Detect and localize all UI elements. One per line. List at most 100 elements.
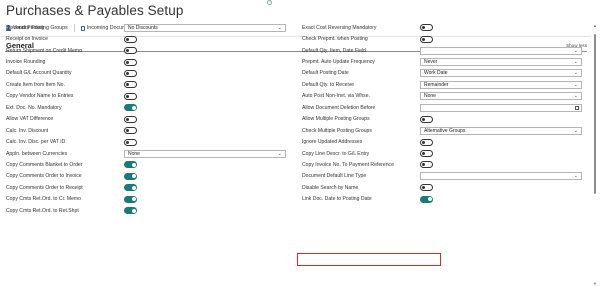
return-shipment-on-credit-memo-toggle[interactable] [124, 47, 137, 55]
allow-document-deletion-before-date-input[interactable] [420, 103, 582, 112]
allow-multiple-posting-groups-toggle[interactable] [420, 115, 433, 123]
field-label: Default Posting Date [302, 70, 349, 77]
copy-comments-blanket-to-order-toggle[interactable] [124, 161, 137, 169]
field-row-default-qty-item-date-field: Default Qty. Item, Date Field ⌄ [302, 45, 585, 56]
toggle-knob [126, 49, 129, 53]
default-qty-to-receive-select[interactable]: Remainder ⌄ [420, 80, 582, 89]
scroll-down-icon[interactable]: ▼ [593, 282, 597, 286]
toggle-knob [131, 208, 136, 213]
left-field-column: Discount Posting No Discounts ⌄ Receipt on … [6, 22, 289, 216]
copy-cmts-ret-ord-to-cr-memo-toggle[interactable] [124, 195, 137, 203]
chevron-down-icon: ⌄ [573, 127, 578, 134]
field-label: Copy Cmts Ret.Ord. to Ret.Shpt [6, 207, 79, 214]
field-row-disable-search-by-name: Disable Search by Name [302, 182, 585, 193]
select-value: Never [424, 59, 438, 66]
field-label: Copy Comments Blanket to Order [6, 161, 83, 168]
receipt-on-invoice-toggle[interactable] [124, 35, 137, 43]
field-row-check-prepmt-when-posting: Check Prepmt. when Posting [302, 33, 585, 44]
discount-posting-select[interactable]: No Discounts ⌄ [124, 23, 286, 32]
field-row-document-default-line-type: Document Default Line Type ⌄ [302, 171, 585, 182]
document-default-line-type-select[interactable]: ⌄ [420, 172, 582, 181]
field-row-default-posting-date: Default Posting Date Work Date ⌄ [302, 68, 585, 79]
field-label: Copy Invoice No. To Payment Reference [302, 161, 394, 168]
field-label: Receipt on Invoice [6, 36, 48, 43]
field-row-discount-posting: Discount Posting No Discounts ⌄ [6, 22, 289, 33]
copy-line-descr-to-g-l-entry-toggle[interactable] [420, 150, 433, 158]
field-row-calc-inv-disc-per-vat-id: Calc. Inv. Disc. per VAT ID [6, 136, 289, 147]
field-row-auto-post-non-invt-via-whse: Auto Post Non-Invt. via Whse. None ⌄ [302, 91, 585, 102]
ignore-updated-addresses-toggle[interactable] [420, 138, 433, 146]
highlight-box [297, 253, 441, 266]
field-label: Ext. Doc. No. Mandatory [6, 104, 62, 111]
field-row-copy-comments-blanket-to-order: Copy Comments Blanket to Order [6, 159, 289, 170]
field-row-default-qty-to-receive: Default Qty. to Receive Remainder ⌄ [302, 79, 585, 90]
field-row-create-item-from-item-no: Create Item from Item No. [6, 79, 289, 90]
field-row-ext-doc-no-mandatory: Ext. Doc. No. Mandatory [6, 102, 289, 113]
disable-search-by-name-toggle[interactable] [420, 184, 433, 192]
exact-cost-reversing-mandatory-toggle[interactable] [420, 24, 433, 32]
field-row-copy-comments-order-to-invoice: Copy Comments Order to Invoice [6, 171, 289, 182]
field-label: Prepmt. Auto Update Frequency [302, 59, 375, 66]
toggle-knob [427, 197, 432, 202]
toggle-knob [126, 140, 129, 144]
field-label: Allow Document Deletion Before [302, 104, 376, 111]
field-row-copy-cmts-ret-ord-to-ret-shpt: Copy Cmts Ret.Ord. to Ret.Shpt [6, 205, 289, 216]
field-label: Appln. between Currencies [6, 150, 68, 157]
toggle-knob [131, 105, 136, 110]
field-label: Document Default Line Type [302, 173, 367, 180]
check-multiple-posting-groups-select[interactable]: Alternative Groups ⌄ [420, 126, 582, 135]
copy-vendor-name-to-entries-toggle[interactable] [124, 92, 137, 100]
field-label: Allow Multiple Posting Groups [302, 116, 370, 123]
field-label: Default G/L Account Quantity [6, 70, 72, 77]
field-label: Allow VAT Difference [6, 116, 54, 123]
chevron-down-icon: ⌄ [573, 93, 578, 100]
toggle-knob [126, 83, 129, 87]
field-label: Link Doc. Date to Posting Date [302, 196, 372, 203]
field-label: Default Qty. to Receive [302, 81, 354, 88]
chevron-down-icon: ⌄ [573, 47, 578, 54]
top-indicator-icon [267, 0, 272, 5]
default-g-l-account-quantity-toggle[interactable] [124, 69, 137, 77]
copy-comments-order-to-receipt-toggle[interactable] [124, 184, 137, 192]
create-item-from-item-no-toggle[interactable] [124, 81, 137, 89]
vertical-scrollbar[interactable]: ▲ ▼ [593, 24, 597, 287]
field-row-invoice-rounding: Invoice Rounding [6, 56, 289, 67]
calc-inv-disc-per-vat-id-toggle[interactable] [124, 138, 137, 146]
toggle-knob [131, 174, 136, 179]
link-doc-date-to-posting-date-toggle[interactable] [420, 195, 433, 203]
field-label: Copy Vendor Name to Entries [6, 93, 74, 100]
prepmt-auto-update-frequency-select[interactable]: Never ⌄ [420, 58, 582, 67]
field-label: Auto Post Non-Invt. via Whse. [302, 93, 370, 100]
copy-invoice-no-to-payment-reference-toggle[interactable] [420, 161, 433, 169]
toggle-knob [126, 129, 129, 133]
field-row-return-shipment-on-credit-memo: Return Shipment on Credit Memo [6, 45, 289, 56]
ext-doc-no-mandatory-toggle[interactable] [124, 104, 137, 112]
invoice-rounding-toggle[interactable] [124, 58, 137, 66]
toggle-knob [422, 186, 425, 190]
field-label: Copy Cmts Ret.Ord. to Cr. Memo [6, 196, 82, 203]
page-title: Purchases & Payables Setup [6, 3, 184, 18]
default-posting-date-select[interactable]: Work Date ⌄ [420, 69, 582, 78]
field-row-allow-document-deletion-before: Allow Document Deletion Before [302, 102, 585, 113]
allow-vat-difference-toggle[interactable] [124, 115, 137, 123]
scroll-thumb[interactable] [594, 34, 596, 194]
calendar-icon[interactable] [575, 105, 579, 110]
field-row-ignore-updated-addresses: Ignore Updated Addresses [302, 136, 585, 147]
copy-cmts-ret-ord-to-ret-shpt-toggle[interactable] [124, 207, 137, 215]
field-row-copy-vendor-name-to-entries: Copy Vendor Name to Entries [6, 91, 289, 102]
select-value: Alternative Groups [424, 127, 466, 134]
select-value: None [424, 93, 436, 100]
check-prepmt-when-posting-toggle[interactable] [420, 35, 433, 43]
calc-inv-discount-toggle[interactable] [124, 127, 137, 135]
copy-comments-order-to-invoice-toggle[interactable] [124, 172, 137, 180]
auto-post-non-invt-via-whse-select[interactable]: None ⌄ [420, 92, 582, 101]
field-row-allow-vat-difference: Allow VAT Difference [6, 114, 289, 125]
toggle-knob [126, 94, 129, 98]
field-row-copy-comments-order-to-receipt: Copy Comments Order to Receipt [6, 182, 289, 193]
default-qty-item-date-field-select[interactable]: ⌄ [420, 46, 582, 55]
scroll-up-icon[interactable]: ▲ [593, 24, 597, 28]
appln-between-currencies-select[interactable]: None ⌄ [124, 149, 286, 158]
chevron-down-icon: ⌄ [277, 24, 282, 31]
toggle-knob [422, 163, 425, 167]
field-label: Check Prepmt. when Posting [302, 36, 368, 43]
